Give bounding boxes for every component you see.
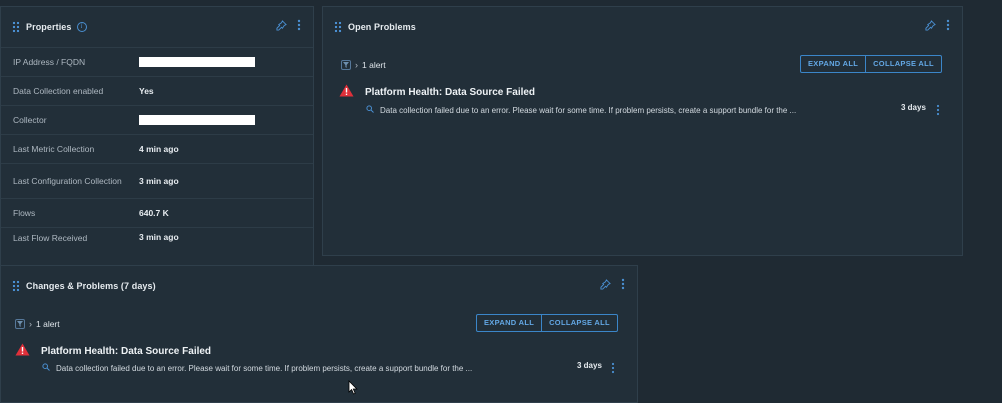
alert-title-text: Platform Health: Data Source Failed xyxy=(41,345,212,357)
property-key: Data Collection enabled xyxy=(13,85,104,96)
changes-problems-panel: Changes & Problems (7 days) › 1 alert EX… xyxy=(0,265,638,403)
property-row: Data Collection enabled Yes xyxy=(1,76,313,105)
drag-handle-icon[interactable] xyxy=(334,21,342,33)
property-row: Last Metric Collection 4 min ago xyxy=(1,134,313,163)
alert-title[interactable]: Platform Health: Data Source Failed xyxy=(15,343,211,359)
more-options-icon[interactable] xyxy=(297,19,301,31)
critical-warning-icon xyxy=(15,343,30,359)
property-key: Last Configuration Collection xyxy=(13,175,122,186)
collapse-all-button[interactable]: COLLAPSE ALL xyxy=(865,56,941,72)
property-row: Last Flow Received 3 min ago xyxy=(1,227,313,244)
filter-icon[interactable] xyxy=(15,319,25,329)
property-key: Last Flow Received xyxy=(13,233,88,243)
pin-icon[interactable] xyxy=(276,19,287,31)
property-value: 640.7 K xyxy=(139,208,169,218)
magnifier-icon xyxy=(366,105,374,115)
alert-more-options-icon[interactable] xyxy=(611,361,615,379)
properties-header: Properties i xyxy=(1,7,313,47)
alert-count: 1 alert xyxy=(362,60,386,70)
magnifier-icon xyxy=(42,363,50,373)
collapse-all-button[interactable]: COLLAPSE ALL xyxy=(541,315,617,331)
property-key: Flows xyxy=(13,207,36,218)
expand-collapse-group: EXPAND ALL COLLAPSE ALL xyxy=(800,55,942,73)
alert-filter-row: › 1 alert xyxy=(341,60,386,70)
alert-title[interactable]: Platform Health: Data Source Failed xyxy=(339,84,535,100)
alert-description: Data collection failed due to an error. … xyxy=(42,363,472,373)
panel-title: Open Problems xyxy=(348,22,416,32)
property-value: 3 min ago xyxy=(139,176,179,186)
filter-icon[interactable] xyxy=(341,60,351,70)
panel-title: Changes & Problems (7 days) xyxy=(26,281,156,291)
property-row: Collector xyxy=(1,105,313,134)
redacted-value xyxy=(139,57,255,67)
drag-handle-icon[interactable] xyxy=(12,280,20,292)
property-key: Last Metric Collection xyxy=(13,143,95,154)
alert-age: 3 days xyxy=(901,103,926,112)
alert-description-text: Data collection failed due to an error. … xyxy=(380,105,797,115)
alert-title-text: Platform Health: Data Source Failed xyxy=(365,86,536,98)
critical-warning-icon xyxy=(339,84,354,100)
property-value: Yes xyxy=(139,86,154,96)
open-problems-header: Open Problems xyxy=(323,7,962,47)
chevron-right-icon[interactable]: › xyxy=(29,319,32,329)
mouse-cursor-icon xyxy=(348,380,358,400)
alert-more-options-icon[interactable] xyxy=(936,103,940,121)
expand-all-button[interactable]: EXPAND ALL xyxy=(801,56,865,72)
pin-icon[interactable] xyxy=(925,19,936,31)
more-options-icon[interactable] xyxy=(621,278,625,290)
chevron-right-icon[interactable]: › xyxy=(355,60,358,70)
property-row: Last Configuration Collection 3 min ago xyxy=(1,163,313,198)
alert-count: 1 alert xyxy=(36,319,60,329)
property-row: IP Address / FQDN xyxy=(1,47,313,76)
info-icon[interactable]: i xyxy=(76,22,87,32)
alert-description: Data collection failed due to an error. … xyxy=(366,105,796,115)
property-key: Collector xyxy=(13,114,47,125)
alert-description-text: Data collection failed due to an error. … xyxy=(56,363,473,373)
pin-icon[interactable] xyxy=(600,278,611,290)
changes-problems-header: Changes & Problems (7 days) xyxy=(1,266,637,306)
drag-handle-icon[interactable] xyxy=(12,21,20,33)
alert-filter-row: › 1 alert xyxy=(15,319,60,329)
open-problems-panel: Open Problems › 1 alert EXPAND ALL COLLA… xyxy=(322,6,963,256)
expand-collapse-group: EXPAND ALL COLLAPSE ALL xyxy=(476,314,618,332)
property-key: IP Address / FQDN xyxy=(13,56,86,67)
alert-age: 3 days xyxy=(577,361,602,370)
expand-all-button[interactable]: EXPAND ALL xyxy=(477,315,541,331)
panel-title: Properties xyxy=(26,22,72,32)
redacted-value xyxy=(139,115,255,125)
property-value: 3 min ago xyxy=(139,232,179,242)
properties-list: IP Address / FQDN Data Collection enable… xyxy=(1,47,313,244)
more-options-icon[interactable] xyxy=(946,19,950,31)
property-row: Flows 640.7 K xyxy=(1,198,313,227)
property-value: 4 min ago xyxy=(139,144,179,154)
